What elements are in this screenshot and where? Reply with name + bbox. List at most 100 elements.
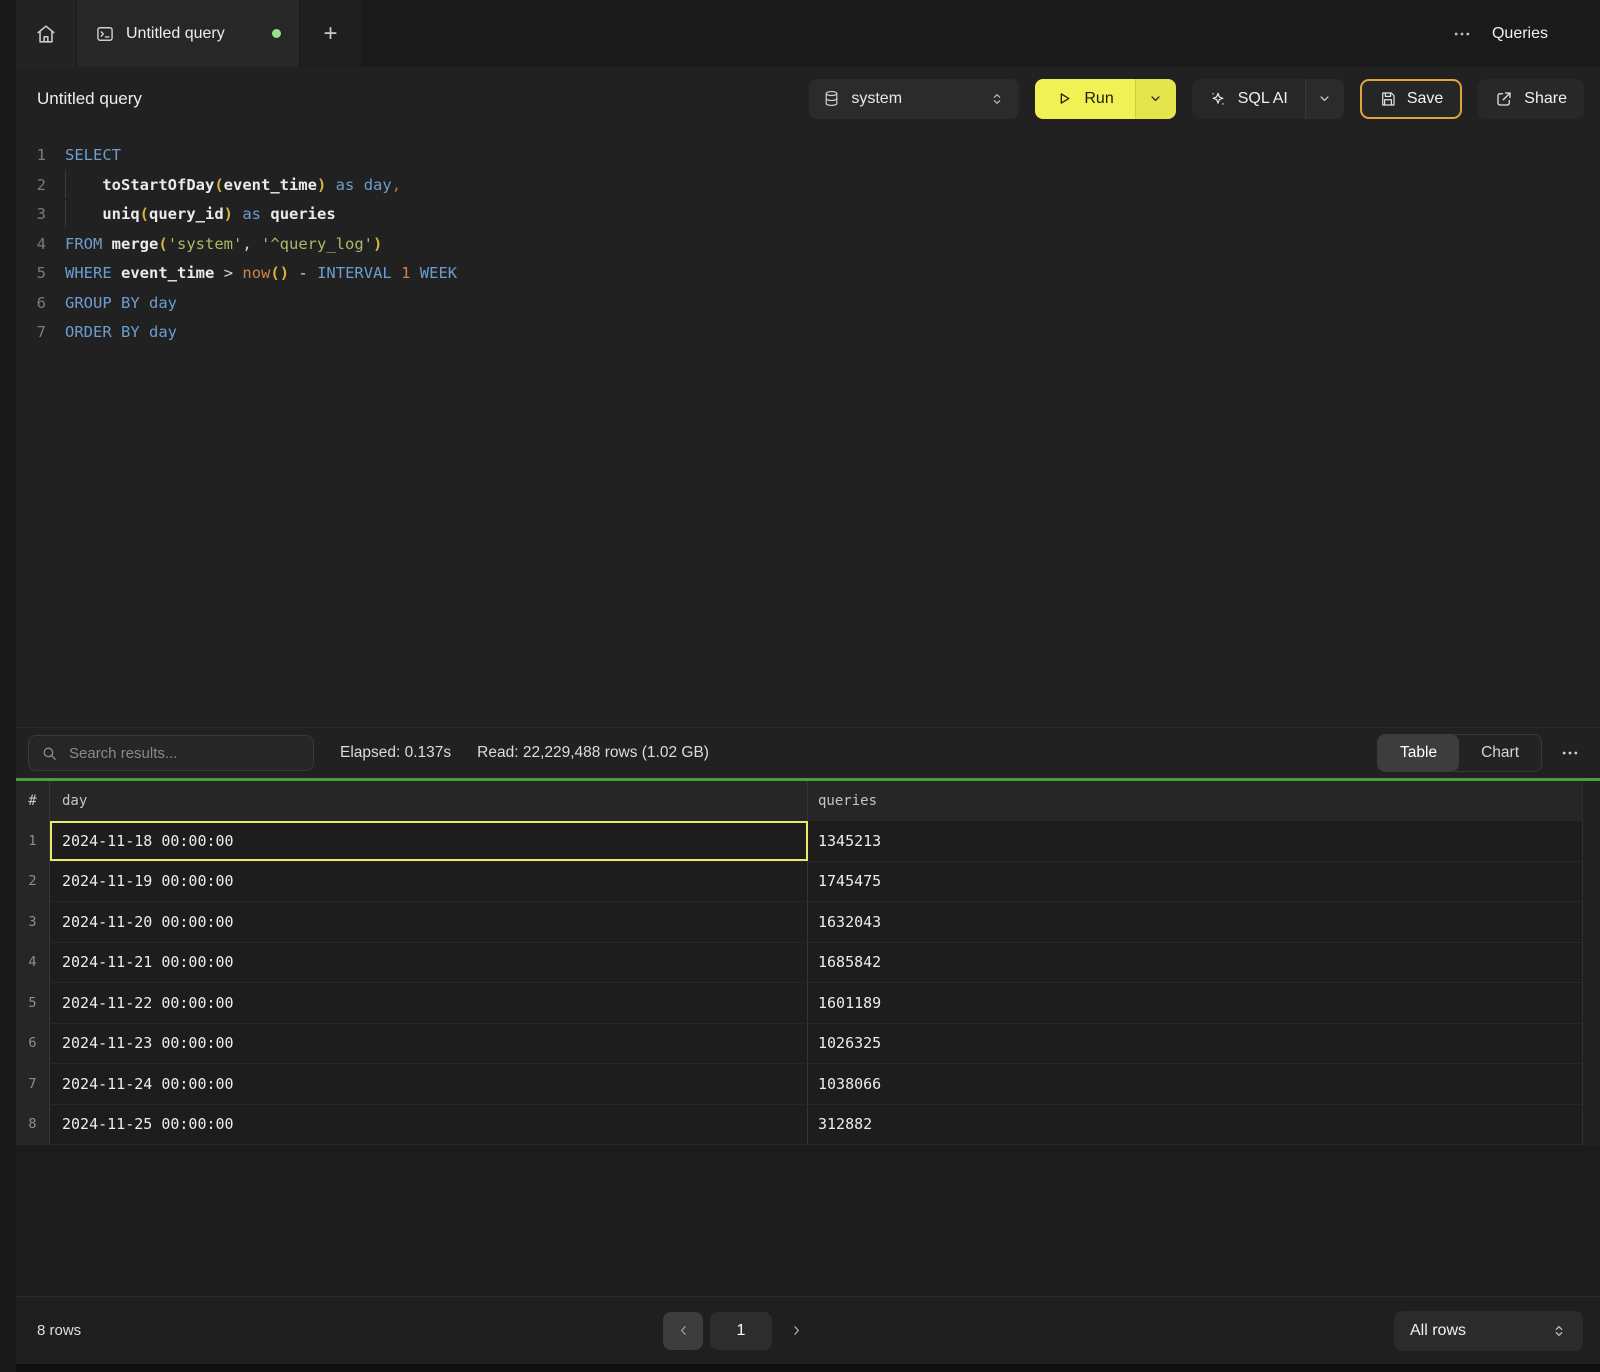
results-toolbar: Elapsed: 0.137s Read: 22,229,488 rows (1… <box>16 727 1600 778</box>
database-select[interactable]: system <box>809 79 1019 119</box>
code-text: GROUP BY day <box>65 289 177 319</box>
tab-bar-right: Queries <box>1452 0 1600 67</box>
line-number: 1 <box>16 141 46 171</box>
code-line[interactable]: 3 uniq(query_id) as queries <box>16 200 1600 230</box>
query-title: Untitled query <box>37 89 142 109</box>
database-select-value: system <box>851 90 902 108</box>
row-index-cell[interactable]: 7 <box>16 1064 50 1104</box>
row-index-cell[interactable]: 2 <box>16 862 50 902</box>
new-tab-button[interactable]: + <box>300 0 361 67</box>
search-results-input[interactable] <box>67 744 301 763</box>
table-row: 22024-11-19 00:00:001745475 <box>16 862 1600 903</box>
tab-chart-view[interactable]: Chart <box>1459 735 1541 771</box>
save-button-label: Save <box>1407 90 1443 108</box>
share-button[interactable]: Share <box>1478 79 1584 119</box>
queries-cell[interactable]: 1345213 <box>808 821 1582 861</box>
code-text: ORDER BY day <box>65 318 177 348</box>
column-header-day[interactable]: day <box>50 781 808 821</box>
query-toolbar: Untitled query system <box>16 67 1600 130</box>
rows-count: 8 rows <box>37 1322 81 1339</box>
bottom-strip <box>16 1364 1600 1372</box>
share-button-label: Share <box>1524 90 1567 108</box>
results-footer: 8 rows 1 All rows <box>16 1296 1600 1364</box>
chevron-updown-icon <box>989 91 1005 107</box>
table-row: 82024-11-25 00:00:00312882 <box>16 1105 1600 1146</box>
row-index-cell[interactable]: 4 <box>16 943 50 983</box>
code-lines: 1SELECT2 toStartOfDay(event_time) as day… <box>16 141 1600 348</box>
tab-overflow-menu-icon[interactable] <box>1452 24 1472 44</box>
code-line[interactable]: 5WHERE event_time > now() - INTERVAL 1 W… <box>16 259 1600 289</box>
column-header-queries[interactable]: queries <box>808 781 1582 821</box>
results-overflow-menu-icon[interactable] <box>1560 743 1580 763</box>
row-index-cell[interactable]: 3 <box>16 902 50 942</box>
run-button[interactable]: Run <box>1035 79 1134 119</box>
sql-console: Untitled query + Queries Untitled query … <box>0 0 1600 1372</box>
queries-link[interactable]: Queries <box>1492 25 1548 43</box>
day-cell[interactable]: 2024-11-18 00:00:00 <box>50 821 808 861</box>
save-button[interactable]: Save <box>1360 79 1462 119</box>
code-line[interactable]: 2 toStartOfDay(event_time) as day, <box>16 171 1600 201</box>
chevron-right-icon <box>789 1323 804 1338</box>
database-icon <box>823 90 840 107</box>
results-table: # day queries 12024-11-18 00:00:00134521… <box>16 781 1600 1296</box>
previous-page-button[interactable] <box>663 1312 703 1350</box>
line-number: 7 <box>16 318 46 348</box>
queries-cell[interactable]: 312882 <box>808 1105 1582 1145</box>
code-text: FROM merge('system', '^query_log') <box>65 230 382 260</box>
queries-cell[interactable]: 1745475 <box>808 862 1582 902</box>
search-results-box <box>28 735 314 771</box>
code-line[interactable]: 6GROUP BY day <box>16 289 1600 319</box>
share-icon <box>1495 90 1513 108</box>
row-index-cell[interactable]: 8 <box>16 1105 50 1145</box>
results-table-body: 12024-11-18 00:00:00134521322024-11-19 0… <box>16 821 1600 1145</box>
play-icon <box>1056 90 1073 107</box>
tab-table-view[interactable]: Table <box>1378 735 1459 771</box>
table-row: 62024-11-23 00:00:001026325 <box>16 1024 1600 1065</box>
sql-ai-button[interactable]: SQL AI <box>1192 79 1305 119</box>
code-line[interactable]: 4FROM merge('system', '^query_log') <box>16 230 1600 260</box>
tab-untitled-query[interactable]: Untitled query <box>77 0 299 67</box>
sql-editor[interactable]: 1SELECT2 toStartOfDay(event_time) as day… <box>16 130 1600 727</box>
row-index-cell[interactable]: 6 <box>16 1024 50 1064</box>
day-cell[interactable]: 2024-11-21 00:00:00 <box>50 943 808 983</box>
home-icon <box>35 23 57 45</box>
tab-title: Untitled query <box>126 25 225 43</box>
day-cell[interactable]: 2024-11-25 00:00:00 <box>50 1105 808 1145</box>
day-cell[interactable]: 2024-11-22 00:00:00 <box>50 983 808 1023</box>
day-cell[interactable]: 2024-11-20 00:00:00 <box>50 902 808 942</box>
column-header-index[interactable]: # <box>16 781 50 821</box>
sql-ai-label: SQL AI <box>1238 90 1288 108</box>
view-toggle: Table Chart <box>1377 734 1542 772</box>
table-scrollbar-gutter[interactable] <box>1582 781 1600 1145</box>
chevron-down-icon <box>1148 91 1163 106</box>
page-size-value: All rows <box>1410 1322 1466 1340</box>
page-size-select[interactable]: All rows <box>1394 1311 1583 1351</box>
day-cell[interactable]: 2024-11-24 00:00:00 <box>50 1064 808 1104</box>
queries-cell[interactable]: 1632043 <box>808 902 1582 942</box>
current-page-button[interactable]: 1 <box>710 1312 772 1350</box>
code-line[interactable]: 7 ORDER BY day <box>16 318 1600 348</box>
row-index-cell[interactable]: 5 <box>16 983 50 1023</box>
main-area: Untitled query + Queries Untitled query … <box>16 0 1600 1372</box>
day-cell[interactable]: 2024-11-23 00:00:00 <box>50 1024 808 1064</box>
row-index-cell[interactable]: 1 <box>16 821 50 861</box>
home-button[interactable] <box>16 0 76 67</box>
queries-cell[interactable]: 1601189 <box>808 983 1582 1023</box>
sql-ai-options-button[interactable] <box>1305 79 1344 119</box>
run-button-label: Run <box>1084 90 1113 108</box>
queries-cell[interactable]: 1026325 <box>808 1024 1582 1064</box>
line-number: 2 <box>16 171 46 201</box>
table-row: 42024-11-21 00:00:001685842 <box>16 943 1600 984</box>
queries-cell[interactable]: 1685842 <box>808 943 1582 983</box>
next-page-button[interactable] <box>779 1312 813 1350</box>
run-options-button[interactable] <box>1135 79 1176 119</box>
queries-cell[interactable]: 1038066 <box>808 1064 1582 1104</box>
toolbar-actions: system Run <box>809 79 1584 119</box>
code-line[interactable]: 1SELECT <box>16 141 1600 171</box>
pagination: 1 <box>663 1312 813 1350</box>
chevron-down-icon <box>1317 91 1332 106</box>
code-text: WHERE event_time > now() - INTERVAL 1 WE… <box>65 259 457 289</box>
table-row: 32024-11-20 00:00:001632043 <box>16 902 1600 943</box>
sparkles-icon <box>1209 90 1227 108</box>
day-cell[interactable]: 2024-11-19 00:00:00 <box>50 862 808 902</box>
